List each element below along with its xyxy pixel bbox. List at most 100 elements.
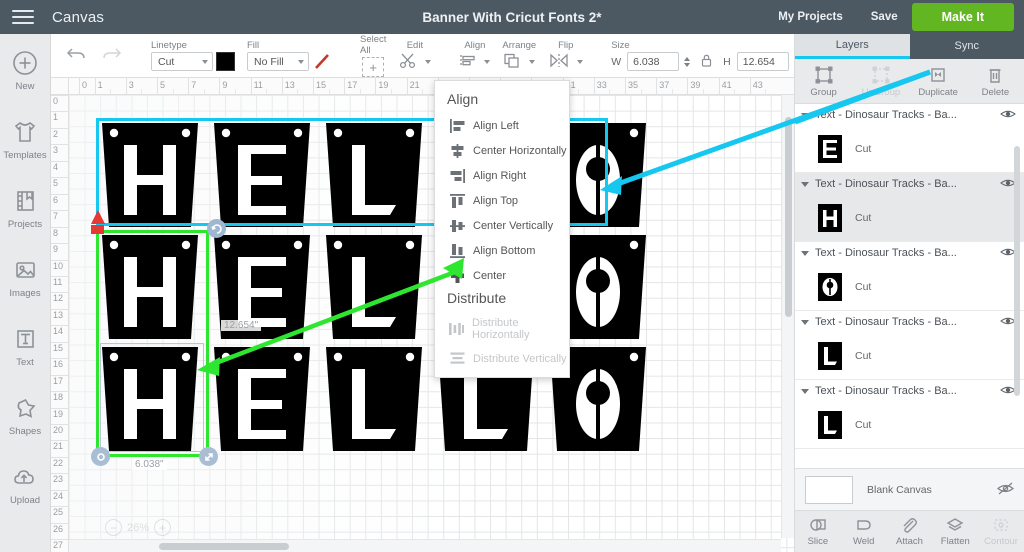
my-projects-link[interactable]: My Projects xyxy=(764,11,857,23)
delete-button[interactable]: Delete xyxy=(967,59,1024,103)
align-dropdown-menu[interactable]: Align Align Left Center Horizontally Align… xyxy=(434,80,570,378)
layer-row[interactable]: Text - Dinosaur Tracks - Ba... Cut xyxy=(795,173,1024,242)
flatten-label: Flatten xyxy=(940,536,970,547)
layer-body[interactable]: Cut xyxy=(795,195,1024,241)
width-stepper[interactable] xyxy=(684,56,691,67)
make-it-button[interactable]: Make It xyxy=(911,3,1014,31)
scrollbar-thumb[interactable] xyxy=(159,543,289,550)
banner-letter-tile[interactable] xyxy=(326,347,422,451)
cricut-design-space-window: Canvas Banner With Cricut Fonts 2* My Pr… xyxy=(0,0,1024,552)
zoom-out-button[interactable]: − xyxy=(105,519,122,536)
chevron-down-icon[interactable] xyxy=(801,112,809,118)
align-menu-item-label: Center Horizontally xyxy=(473,144,567,157)
attach-button[interactable]: Attach xyxy=(887,511,933,552)
blank-canvas-row[interactable]: Blank Canvas xyxy=(795,468,1024,510)
weld-button[interactable]: Weld xyxy=(841,511,887,552)
layer-body[interactable]: Cut xyxy=(795,402,1024,448)
undo-icon[interactable] xyxy=(65,45,87,66)
save-button[interactable]: Save xyxy=(857,11,912,23)
chevron-down-icon xyxy=(298,59,304,64)
linetype-select[interactable]: Cut xyxy=(151,52,213,71)
layers-list[interactable]: Text - Dinosaur Tracks - Ba... Cut Text - … xyxy=(795,104,1024,510)
rotate-handle-row1[interactable] xyxy=(207,219,226,238)
align-button[interactable]: Align xyxy=(453,40,496,72)
arrange-button[interactable]: Arrange xyxy=(496,40,542,72)
layer-row[interactable]: Text - Dinosaur Tracks - Ba... Cut xyxy=(795,242,1024,311)
layer-thumbnail xyxy=(817,341,843,371)
zoom-control[interactable]: − 26% + xyxy=(105,519,172,536)
sidebar-item-templates[interactable]: Templates xyxy=(0,117,51,182)
align-menu-item-align-left[interactable]: Align Left xyxy=(435,113,569,138)
canvas-vertical-scrollbar[interactable] xyxy=(781,95,794,538)
layer-body[interactable]: Cut xyxy=(795,264,1024,310)
layer-row[interactable]: Text - Dinosaur Tracks - Ba... Cut xyxy=(795,311,1024,380)
banner-letter-tile[interactable] xyxy=(326,235,422,339)
ruler-tick: 21 xyxy=(51,440,68,456)
align-menu-item-center[interactable]: Center xyxy=(435,263,569,288)
linetype-color-swatch[interactable] xyxy=(216,52,235,71)
chevron-down-icon xyxy=(202,59,208,64)
grommet-hole xyxy=(629,128,639,138)
chevron-down-icon[interactable] xyxy=(801,319,809,325)
slice-button[interactable]: Slice xyxy=(795,511,841,552)
layer-body[interactable]: Cut xyxy=(795,126,1024,172)
align-menu-item-align-bottom[interactable]: Align Bottom xyxy=(435,238,569,263)
fill-select[interactable]: No Fill xyxy=(247,52,309,71)
chevron-down-icon[interactable] xyxy=(801,388,809,394)
ruler-tick: 18 xyxy=(51,391,68,407)
banner-letter-tile[interactable] xyxy=(214,347,310,451)
align-menu-item-align-top[interactable]: Align Top xyxy=(435,188,569,213)
align-menu-item-label: Align Bottom xyxy=(473,244,536,257)
resize-handle-bottom-right[interactable] xyxy=(199,447,218,466)
ruler-tick: 2 xyxy=(51,127,68,144)
tab-layers[interactable]: Layers xyxy=(795,34,910,59)
sidebar-item-projects[interactable]: Projects xyxy=(0,186,51,251)
tab-sync[interactable]: Sync xyxy=(910,34,1024,59)
duplicate-button[interactable]: Duplicate xyxy=(910,59,967,103)
sidebar-item-new[interactable]: New xyxy=(0,48,51,113)
height-input[interactable]: 12.654 xyxy=(736,52,789,71)
align-menu-item-align-right[interactable]: Align Right xyxy=(435,163,569,188)
flip-button[interactable]: Flip xyxy=(542,40,589,72)
sidebar-item-shapes[interactable]: Shapes xyxy=(0,393,51,458)
align-menu-item-center-vertically[interactable]: Center Vertically xyxy=(435,213,569,238)
resize-handle-bottom-left[interactable] xyxy=(91,447,110,466)
design-canvas[interactable]: 0135791113151719212325272931333537394143… xyxy=(51,78,794,552)
zoom-in-button[interactable]: + xyxy=(154,519,172,536)
layer-row[interactable]: Text - Dinosaur Tracks - Ba... Cut xyxy=(795,380,1024,449)
layers-icon xyxy=(503,52,522,72)
canvas-grid[interactable]: 12.654" 6.038" − 26% + xyxy=(69,95,794,552)
canvas-horizontal-scrollbar[interactable] xyxy=(69,539,781,552)
ruler-tick: 13 xyxy=(51,308,68,325)
chevron-down-icon[interactable] xyxy=(801,181,809,187)
chevron-down-icon[interactable] xyxy=(801,250,809,256)
layers-scrollbar[interactable] xyxy=(1013,106,1022,508)
scrollbar-thumb[interactable] xyxy=(785,117,792,317)
align-label: Align xyxy=(464,39,486,51)
layer-header[interactable]: Text - Dinosaur Tracks - Ba... xyxy=(795,173,1024,195)
layer-actions-bar: Group UnGroup Duplicate Delete xyxy=(795,59,1024,104)
flatten-button[interactable]: Flatten xyxy=(932,511,978,552)
sidebar-item-text[interactable]: Text xyxy=(0,324,51,389)
layer-header[interactable]: Text - Dinosaur Tracks - Ba... xyxy=(795,242,1024,264)
lock-icon[interactable] xyxy=(700,53,713,71)
layer-header[interactable]: Text - Dinosaur Tracks - Ba... xyxy=(795,380,1024,402)
layer-header[interactable]: Text - Dinosaur Tracks - Ba... xyxy=(795,104,1024,126)
width-input[interactable]: 6.038 xyxy=(627,52,680,71)
layer-header[interactable]: Text - Dinosaur Tracks - Ba... xyxy=(795,311,1024,333)
eye-hidden-icon[interactable] xyxy=(997,482,1014,498)
group-button[interactable]: Group xyxy=(795,59,852,103)
layer-row[interactable]: Text - Dinosaur Tracks - Ba... Cut xyxy=(795,104,1024,173)
no-fill-slash-icon[interactable] xyxy=(312,52,332,71)
topbar-actions: My Projects Save Make It xyxy=(764,3,1024,31)
hamburger-menu-icon[interactable] xyxy=(0,10,46,24)
sidebar-item-images[interactable]: Images xyxy=(0,255,51,320)
layer-body[interactable]: Cut xyxy=(795,333,1024,379)
sidebar-item-upload[interactable]: Upload xyxy=(0,462,51,527)
align-menu-item-center-horizontally[interactable]: Center Horizontally xyxy=(435,138,569,163)
slice-label: Slice xyxy=(807,536,829,547)
scrollbar-thumb[interactable] xyxy=(1014,146,1020,396)
layer-name: Text - Dinosaur Tracks - Ba... xyxy=(815,178,957,190)
select-all-button[interactable]: Select All + xyxy=(354,34,392,77)
edit-button[interactable]: Edit xyxy=(392,40,437,72)
